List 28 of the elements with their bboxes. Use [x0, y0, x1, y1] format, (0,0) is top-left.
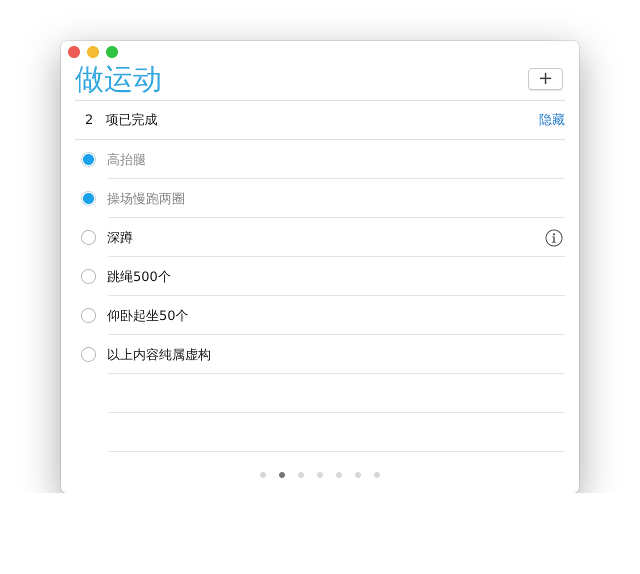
add-button[interactable]: + — [528, 68, 563, 90]
checkbox[interactable] — [81, 308, 96, 323]
page-dot[interactable] — [260, 472, 266, 478]
checkbox[interactable] — [81, 191, 96, 206]
zoom-icon[interactable] — [106, 46, 118, 58]
hide-link[interactable]: 隐藏 — [539, 111, 565, 129]
checkbox[interactable] — [81, 347, 96, 362]
checkbox[interactable] — [81, 269, 96, 284]
page-dot[interactable] — [374, 472, 380, 478]
reminder-text: 跳绳500个 — [107, 268, 171, 286]
checkbox[interactable] — [81, 230, 96, 245]
list-title: 做运动 — [75, 64, 162, 94]
completed-label: 项已完成 — [105, 112, 158, 129]
page-dot[interactable] — [336, 472, 342, 478]
info-icon[interactable] — [545, 228, 563, 246]
reminder-text: 操场慢跑两圈 — [107, 190, 185, 208]
completed-count: 2 — [85, 112, 94, 128]
page-dot[interactable] — [298, 472, 304, 478]
reminder-text: 仰卧起坐50个 — [107, 308, 189, 324]
reminder-text: 以上内容纯属虚构 — [107, 346, 211, 364]
page-dot[interactable] — [317, 472, 323, 478]
page-dot[interactable] — [279, 472, 285, 478]
reminder-text: 高抬腿 — [107, 152, 146, 168]
close-icon[interactable] — [68, 46, 80, 58]
checkbox[interactable] — [81, 152, 96, 167]
reminder-text: 深蹲 — [107, 230, 133, 246]
minimize-icon[interactable] — [87, 46, 99, 58]
page-dot[interactable] — [355, 472, 361, 478]
